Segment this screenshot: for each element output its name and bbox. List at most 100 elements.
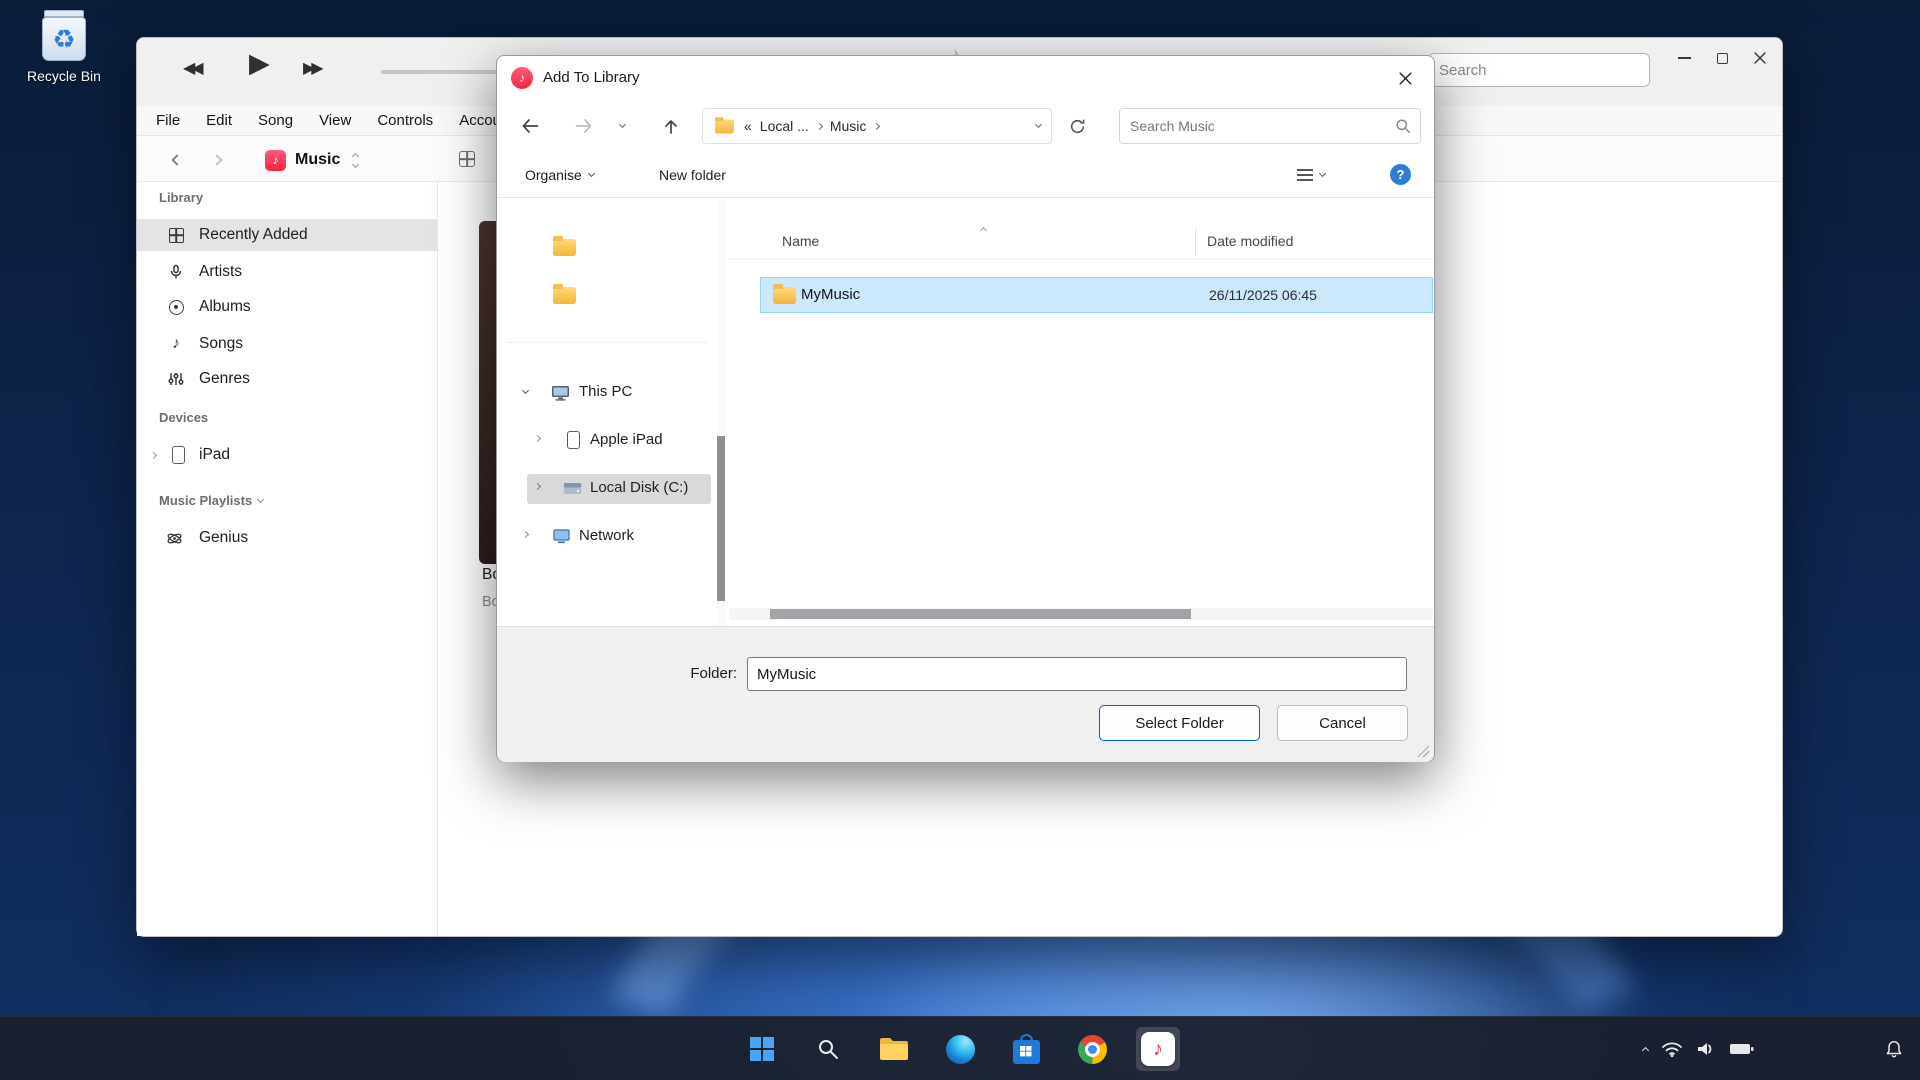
resize-grip[interactable] — [1417, 745, 1429, 757]
dialog-titlebar[interactable]: ♪ Add To Library — [497, 56, 1434, 100]
library-media-selector[interactable]: ♪ Music — [265, 145, 358, 175]
select-folder-button[interactable]: Select Folder — [1099, 705, 1260, 741]
sidebar-library-header: Library — [159, 190, 203, 205]
next-track-button[interactable]: ▶▶ — [303, 58, 320, 78]
disk-drive-icon — [563, 482, 582, 495]
tree-item-local-disk-c[interactable]: Local Disk (C:) — [497, 473, 717, 505]
menu-file[interactable]: File — [156, 112, 180, 129]
close-button[interactable] — [1741, 42, 1779, 74]
folder-name-input[interactable] — [747, 657, 1407, 691]
view-grid-icon[interactable] — [459, 151, 475, 167]
tree-item-folder[interactable] — [497, 232, 717, 264]
tree-item-network[interactable]: Network — [497, 521, 717, 553]
tree-item-apple-ipad[interactable]: Apple iPad — [497, 425, 717, 457]
previous-track-button[interactable]: ◀◀ — [183, 58, 200, 78]
file-row-mymusic[interactable]: MyMusic 26/11/2025 06:45 — [760, 277, 1433, 313]
search-icon[interactable] — [1395, 118, 1411, 134]
dialog-back-button[interactable] — [512, 108, 548, 144]
menu-controls[interactable]: Controls — [377, 112, 433, 129]
column-divider[interactable] — [1195, 228, 1196, 256]
folder-icon — [715, 119, 734, 133]
dialog-forward-button[interactable] — [566, 108, 602, 144]
chevron-right-icon[interactable] — [522, 531, 529, 538]
bell-icon — [1884, 1039, 1904, 1059]
organise-button[interactable]: Organise — [525, 160, 594, 190]
sidebar-playlists-header[interactable]: Music Playlists — [159, 493, 263, 508]
chevron-down-icon[interactable] — [1035, 121, 1042, 128]
wifi-icon — [1661, 1040, 1683, 1058]
list-view-icon — [1297, 169, 1313, 181]
nav-forward-button[interactable] — [199, 142, 235, 178]
address-breadcrumb[interactable]: « Local ... Music — [702, 108, 1052, 144]
column-header-name[interactable]: Name — [782, 233, 819, 249]
minimize-button[interactable] — [1665, 42, 1703, 74]
rewind-icon: ◀◀ — [183, 60, 200, 77]
tree-item-folder[interactable] — [497, 280, 717, 312]
taskbar-edge-button[interactable] — [938, 1027, 982, 1071]
chevron-down-icon[interactable] — [522, 387, 529, 394]
tray-show-hidden-icons-button[interactable] — [1643, 1045, 1648, 1053]
list-scrollbar-thumb[interactable] — [770, 609, 1191, 619]
refresh-icon — [1069, 118, 1086, 135]
column-header-date-modified[interactable]: Date modified — [1207, 233, 1293, 249]
genius-atom-icon — [166, 530, 183, 547]
menu-song[interactable]: Song — [258, 112, 293, 129]
chevron-up-icon — [1642, 1047, 1649, 1054]
menu-view[interactable]: View — [319, 112, 351, 129]
dialog-up-button[interactable] — [653, 108, 689, 144]
play-button[interactable]: ▶ — [249, 48, 270, 79]
folder-icon — [553, 287, 576, 304]
refresh-button[interactable] — [1059, 108, 1095, 144]
change-view-button[interactable] — [1297, 160, 1325, 190]
taskbar-chrome-button[interactable] — [1070, 1027, 1114, 1071]
help-icon: ? — [1397, 167, 1405, 182]
sidebar-item-artists[interactable]: Artists — [137, 256, 437, 288]
recycle-bin-shortcut[interactable]: ♻ Recycle Bin — [16, 10, 112, 84]
arrow-up-icon — [663, 118, 679, 135]
cancel-button[interactable]: Cancel — [1277, 705, 1408, 741]
taskbar-store-button[interactable] — [1004, 1027, 1048, 1071]
new-folder-button[interactable]: New folder — [659, 160, 726, 190]
breadcrumb-music[interactable]: Music — [830, 118, 867, 134]
nav-back-button[interactable] — [159, 142, 195, 178]
tray-volume-button[interactable] — [1696, 1040, 1716, 1058]
taskbar-start-button[interactable] — [740, 1027, 784, 1071]
tree-separator — [507, 342, 707, 343]
help-button[interactable]: ? — [1390, 164, 1411, 185]
dialog-search-input[interactable] — [1120, 109, 1388, 143]
taskbar-music-button[interactable]: ♪ — [1136, 1027, 1180, 1071]
sidebar-devices-header: Devices — [159, 410, 208, 425]
genres-sliders-icon — [168, 371, 184, 387]
sidebar-item-ipad[interactable]: iPad — [137, 439, 437, 471]
taskbar: ♪ — [0, 1016, 1920, 1080]
breadcrumb-overflow[interactable]: « — [744, 118, 752, 134]
close-icon — [1398, 71, 1413, 86]
file-explorer-icon — [879, 1036, 909, 1062]
sidebar-item-albums[interactable]: Albums — [137, 291, 437, 323]
chevron-right-icon[interactable] — [534, 435, 541, 442]
tray-battery-button[interactable] — [1729, 1042, 1754, 1056]
recent-locations-dropdown[interactable] — [609, 108, 635, 144]
selector-stepper-icon[interactable] — [353, 154, 358, 167]
taskbar-file-explorer-button[interactable] — [872, 1027, 916, 1071]
itunes-search-input[interactable] — [1428, 53, 1650, 87]
tree-item-this-pc[interactable]: This PC — [497, 377, 717, 409]
breadcrumb-local[interactable]: Local ... — [760, 118, 809, 134]
dialog-close-button[interactable] — [1384, 60, 1426, 96]
maximize-button[interactable] — [1703, 42, 1741, 74]
tree-scrollbar-track[interactable] — [717, 198, 725, 626]
taskbar-search-button[interactable] — [806, 1027, 850, 1071]
list-scrollbar-track[interactable] — [729, 608, 1433, 620]
sidebar-item-genres[interactable]: Genres — [137, 363, 437, 395]
sidebar-item-recently-added[interactable]: Recently Added — [137, 219, 437, 251]
sort-ascending-icon — [980, 227, 987, 234]
menu-edit[interactable]: Edit — [206, 112, 232, 129]
sidebar-item-genius[interactable]: Genius — [137, 522, 437, 554]
microsoft-store-icon — [1013, 1040, 1040, 1064]
tray-network-button[interactable] — [1661, 1040, 1683, 1058]
chevron-right-icon[interactable] — [150, 451, 157, 458]
sidebar-item-songs[interactable]: ♪ Songs — [137, 328, 437, 360]
tree-scrollbar-thumb[interactable] — [717, 436, 725, 601]
dialog-title: Add To Library — [543, 69, 639, 86]
notification-bell-button[interactable] — [1884, 1017, 1904, 1080]
